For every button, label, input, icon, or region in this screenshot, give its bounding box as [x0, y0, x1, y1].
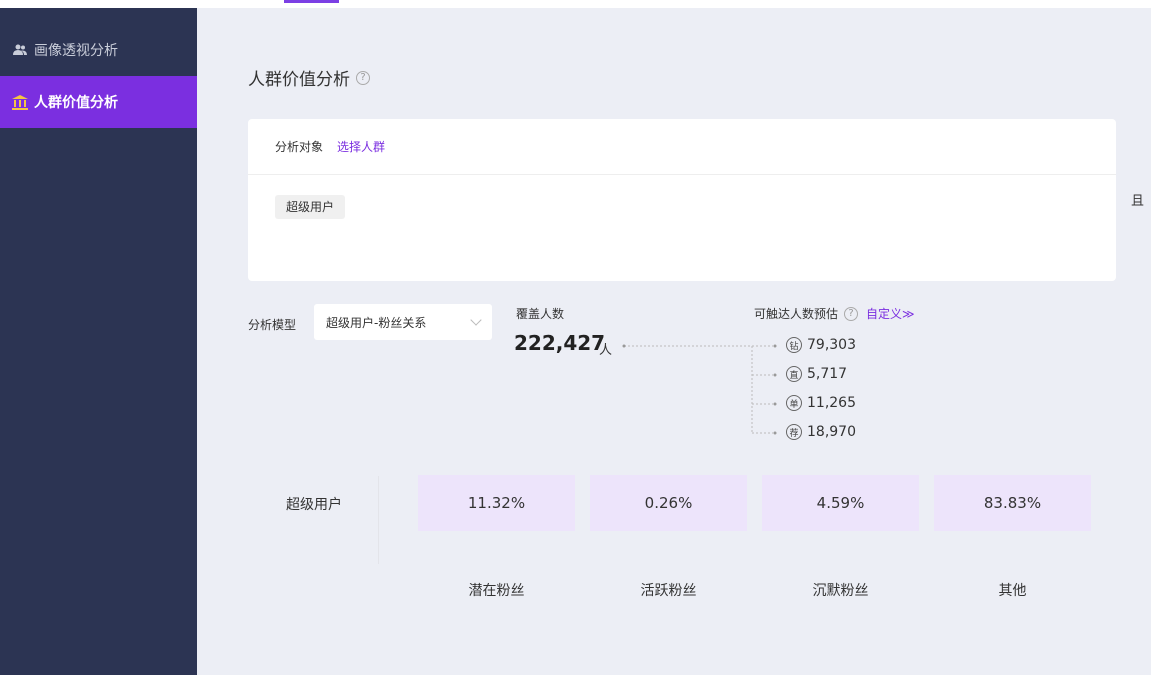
reach-row: 单 11,265	[786, 395, 856, 411]
matrix-row-label: 超级用户	[286, 497, 342, 513]
sidebar-item-label: 画像透视分析	[34, 43, 118, 59]
bank-icon	[12, 94, 28, 110]
matrix-divider	[378, 476, 379, 564]
sidebar-item-crowd-value-analysis[interactable]: 人群价值分析	[0, 76, 197, 128]
reach-row-value: 79,303	[807, 337, 856, 353]
channel-badge-icon: 荐	[786, 424, 802, 440]
reach-row-value: 5,717	[807, 366, 848, 382]
matrix-column-label: 潜在粉丝	[468, 583, 525, 599]
sidebar-item-label: 人群价值分析	[34, 95, 118, 111]
matrix-cell: 0.26%	[590, 475, 747, 531]
users-icon	[12, 42, 28, 58]
main-content: 人群价值分析 ? 分析对象 选择人群 超级用户 且 分析模型 超级用户-粉丝关系…	[197, 8, 1151, 675]
channel-badge-icon: 钻	[786, 337, 802, 353]
sidebar: 画像透视分析 人群价值分析	[0, 8, 197, 675]
matrix-column-label: 其他	[998, 583, 1027, 599]
top-tab-bar	[0, 0, 1151, 8]
matrix-column-label: 沉默粉丝	[812, 583, 869, 599]
sidebar-item-portrait-analysis[interactable]: 画像透视分析	[0, 24, 197, 76]
matrix-cell: 11.32%	[418, 475, 575, 531]
channel-badge-icon: 直	[786, 366, 802, 382]
channel-badge-icon: 单	[786, 395, 802, 411]
reach-row: 钻 79,303	[786, 337, 856, 353]
matrix-cell: 83.83%	[934, 475, 1091, 531]
reach-row-value: 11,265	[807, 395, 856, 411]
matrix-column-label: 活跃粉丝	[640, 583, 697, 599]
active-tab-indicator	[284, 0, 339, 3]
reach-row: 荐 18,970	[786, 424, 856, 440]
matrix-cell: 4.59%	[762, 475, 919, 531]
reach-flow-connectors	[622, 344, 777, 435]
reach-row-value: 18,970	[807, 424, 856, 440]
reach-row: 直 5,717	[786, 366, 847, 382]
